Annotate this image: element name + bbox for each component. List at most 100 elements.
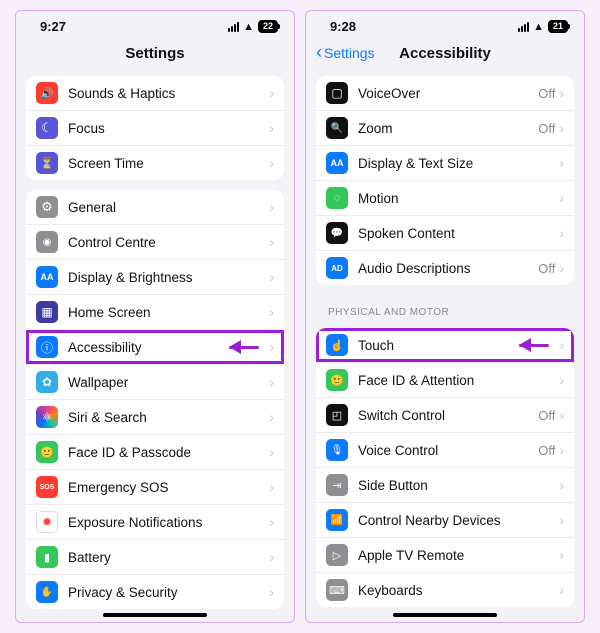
face-id-passcode-icon (36, 441, 58, 463)
row-exposure[interactable]: Exposure Notifications› (26, 504, 284, 539)
chevron-right-icon: › (269, 85, 274, 101)
row-label: Exposure Notifications (68, 515, 269, 530)
row-label: Motion (358, 191, 559, 206)
row-value: Off (538, 121, 555, 136)
row-label: Wallpaper (68, 375, 269, 390)
screenshot-pair: 9:27 ▲ 22 Settings Sounds & Haptics›Focu… (10, 10, 590, 623)
row-switch-control[interactable]: Switch ControlOff› (316, 397, 574, 432)
row-label: Home Screen (68, 305, 269, 320)
chevron-right-icon: › (269, 549, 274, 565)
chevron-right-icon: › (269, 444, 274, 460)
row-label: Face ID & Passcode (68, 445, 269, 460)
row-value: Off (538, 443, 555, 458)
home-screen-icon (36, 301, 58, 323)
emergency-sos-icon (36, 476, 58, 498)
chevron-right-icon: › (269, 120, 274, 136)
row-home-screen[interactable]: Home Screen› (26, 294, 284, 329)
section-header: HEARING (306, 617, 584, 623)
chevron-right-icon: › (269, 234, 274, 250)
chevron-right-icon: › (559, 260, 564, 276)
settings-group: VoiceOverOff›ZoomOff›Display & Text Size… (316, 76, 574, 285)
chevron-right-icon: › (559, 582, 564, 598)
row-accessibility[interactable]: Accessibility› (26, 329, 284, 364)
row-label: Apple TV Remote (358, 548, 559, 563)
chevron-right-icon: › (269, 199, 274, 215)
row-audio-descriptions[interactable]: Audio DescriptionsOff› (316, 250, 574, 285)
row-label: VoiceOver (358, 86, 538, 101)
row-general[interactable]: General› (26, 190, 284, 224)
row-label: Voice Control (358, 443, 538, 458)
switch-control-icon (326, 404, 348, 426)
spoken-content-icon (326, 222, 348, 244)
row-faceid-attn[interactable]: Face ID & Attention› (316, 362, 574, 397)
phone-accessibility: 9:28 ▲ 21 ‹ Settings Accessibility Voice… (305, 10, 585, 623)
wifi-icon: ▲ (243, 21, 254, 33)
phone-settings: 9:27 ▲ 22 Settings Sounds & Haptics›Focu… (15, 10, 295, 623)
row-label: Side Button (358, 478, 559, 493)
chevron-right-icon: › (269, 339, 274, 355)
cell-signal-icon (518, 22, 529, 32)
row-voiceover[interactable]: VoiceOverOff› (316, 76, 574, 110)
chevron-right-icon: › (559, 442, 564, 458)
side-button-icon (326, 474, 348, 496)
annotation-arrow (519, 338, 559, 352)
chevron-right-icon: › (269, 304, 274, 320)
chevron-right-icon: › (559, 477, 564, 493)
chevron-right-icon: › (559, 512, 564, 528)
row-wallpaper[interactable]: Wallpaper› (26, 364, 284, 399)
row-label: Control Centre (68, 235, 269, 250)
back-button[interactable]: ‹ Settings (316, 45, 375, 61)
row-label: Sounds & Haptics (68, 86, 269, 101)
chevron-right-icon: › (559, 372, 564, 388)
row-label: Control Nearby Devices (358, 513, 559, 528)
page-title: Accessibility (399, 45, 491, 62)
chevron-right-icon: › (269, 374, 274, 390)
annotation-arrow (229, 340, 269, 354)
row-value: Off (538, 408, 555, 423)
faceid-attn-icon (326, 369, 348, 391)
sounds-haptics-icon (36, 82, 58, 104)
row-sounds-haptics[interactable]: Sounds & Haptics› (26, 76, 284, 110)
row-voice-control[interactable]: Voice ControlOff › (316, 432, 574, 467)
row-focus[interactable]: Focus› (26, 110, 284, 145)
row-label: Spoken Content (358, 226, 559, 241)
row-value: Off (538, 261, 555, 276)
row-touch[interactable]: Touch › (316, 328, 574, 362)
siri-search-icon (36, 406, 58, 428)
row-emergency-sos[interactable]: Emergency SOS› (26, 469, 284, 504)
row-label: Zoom (358, 121, 538, 136)
row-label: Face ID & Attention (358, 373, 559, 388)
row-screen-time[interactable]: Screen Time› (26, 145, 284, 180)
row-side-button[interactable]: Side Button› (316, 467, 574, 502)
row-apple-tv-remote[interactable]: Apple TV Remote› (316, 537, 574, 572)
row-spoken-content[interactable]: Spoken Content› (316, 215, 574, 250)
row-battery[interactable]: Battery› (26, 539, 284, 574)
row-label: Keyboards (358, 583, 559, 598)
row-label: Siri & Search (68, 410, 269, 425)
chevron-right-icon: › (559, 547, 564, 563)
row-keyboards[interactable]: Keyboards› (316, 572, 574, 607)
row-motion[interactable]: Motion› (316, 180, 574, 215)
chevron-right-icon: › (269, 479, 274, 495)
zoom-icon (326, 117, 348, 139)
nearby-devices-icon (326, 509, 348, 531)
page-title: Settings (125, 45, 184, 62)
chevron-left-icon: ‹ (316, 43, 322, 61)
touch-icon (326, 334, 348, 356)
row-face-id-passcode[interactable]: Face ID & Passcode› (26, 434, 284, 469)
wifi-icon: ▲ (533, 21, 544, 33)
chevron-right-icon: › (269, 409, 274, 425)
row-label: Screen Time (68, 156, 269, 171)
row-label: Touch (358, 338, 515, 353)
row-privacy-security[interactable]: Privacy & Security› (26, 574, 284, 609)
chevron-right-icon: › (559, 337, 564, 353)
cell-signal-icon (228, 22, 239, 32)
row-display-brightness[interactable]: Display & Brightness› (26, 259, 284, 294)
row-zoom[interactable]: ZoomOff› (316, 110, 574, 145)
voice-control-icon (326, 439, 348, 461)
battery-icon (36, 546, 58, 568)
row-nearby-devices[interactable]: Control Nearby Devices› (316, 502, 574, 537)
row-display-text-size[interactable]: Display & Text Size› (316, 145, 574, 180)
row-control-centre[interactable]: Control Centre› (26, 224, 284, 259)
row-siri-search[interactable]: Siri & Search› (26, 399, 284, 434)
